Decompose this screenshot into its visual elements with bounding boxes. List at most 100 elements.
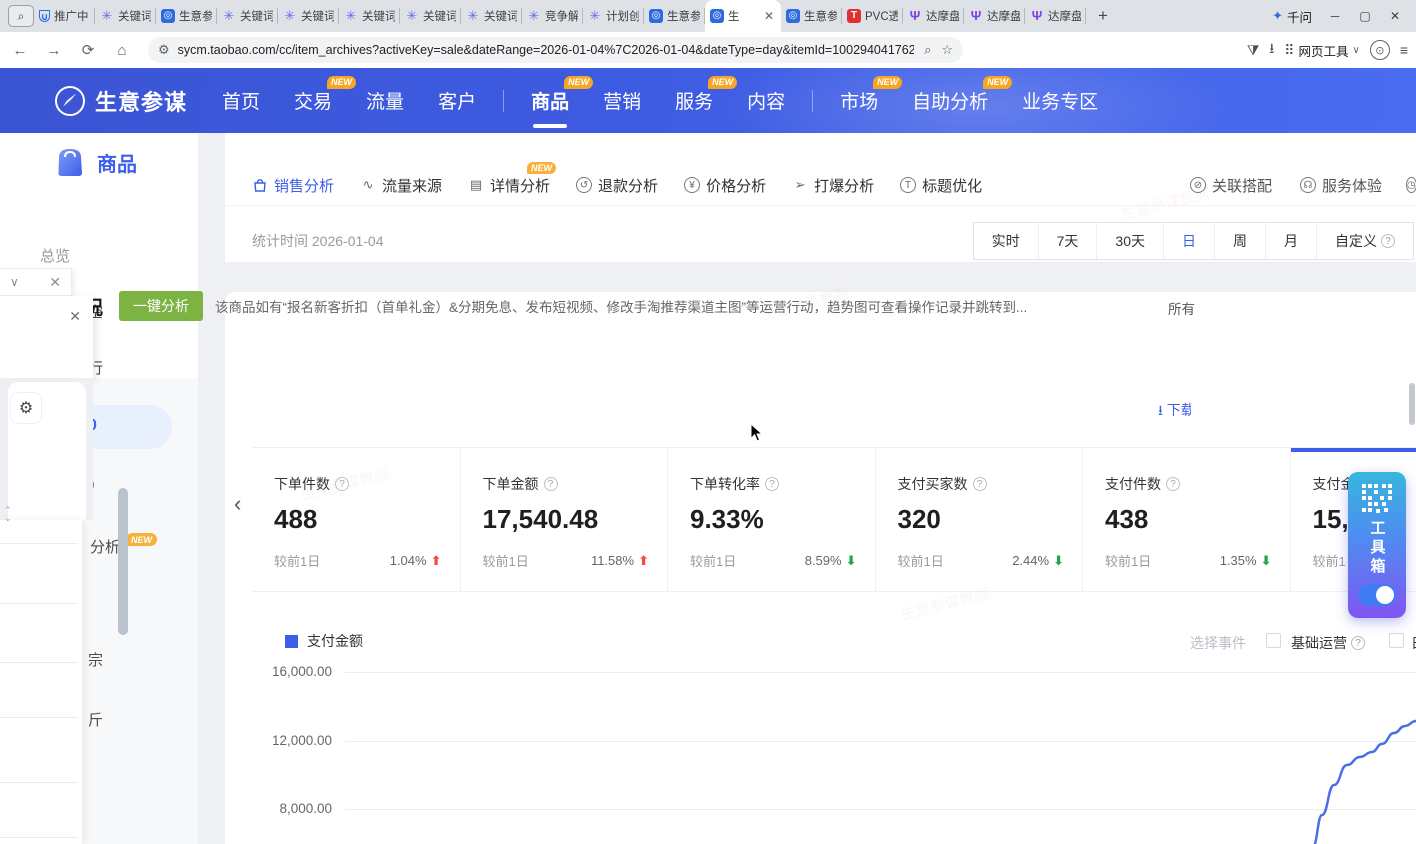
browser-tab[interactable]: ◎生意参 — [644, 0, 705, 32]
tab-title: 达摩盘 — [926, 8, 959, 24]
nav-item-客户[interactable]: 客户 — [438, 87, 476, 114]
assistant-button[interactable]: ✦ 千问 — [1264, 4, 1320, 29]
browser-tab[interactable]: Ψ达摩盘 — [1025, 0, 1086, 32]
damo-icon: Ψ — [969, 9, 983, 23]
tab-title: 生意参 — [667, 8, 700, 24]
reload-button[interactable]: ⟳ — [74, 36, 102, 64]
tab-title: 竞争解 — [545, 8, 578, 24]
asterisk-icon: ✳ — [283, 9, 297, 23]
browser-tab[interactable]: ∪推广中 — [34, 0, 95, 32]
tab-title: 生意参 — [804, 8, 837, 24]
site-settings-icon[interactable]: ⚙ — [158, 42, 170, 58]
tab-close-icon[interactable]: ✕ — [762, 9, 776, 23]
browser-tab[interactable]: ✳关键词 — [339, 0, 400, 32]
sycm-logo-icon[interactable] — [55, 86, 85, 116]
browser-tab[interactable]: ✳竞争解 — [522, 0, 583, 32]
new-tab-button[interactable]: + — [1090, 3, 1116, 29]
minimize-button[interactable]: ─ — [1320, 9, 1350, 23]
nav-item-交易[interactable]: 交易NEW — [294, 87, 332, 114]
tab-title: 生 — [728, 8, 740, 24]
list-item[interactable] — [0, 662, 78, 663]
browser-tab[interactable]: Ψ 达摩盘 — [964, 0, 1025, 32]
zoom-page-icon[interactable]: ⌕ — [924, 42, 931, 58]
nav-item-label: 业务专区 — [1022, 92, 1098, 113]
nav-item-自助分析[interactable]: 自助分析NEW — [912, 87, 988, 114]
gear-icon[interactable]: ⚙ — [10, 392, 42, 424]
url-text[interactable]: sycm.taobao.com/cc/item_archives?activeK… — [178, 43, 914, 57]
nav-item-服务[interactable]: 服务NEW — [675, 87, 713, 114]
collapse-chevron-icon[interactable]: ∨ — [10, 275, 19, 289]
nav-divider — [812, 90, 813, 112]
address-bar[interactable]: ⚙ sycm.taobao.com/cc/item_archives?activ… — [148, 37, 963, 63]
browser-tab[interactable]: ◎生意参 — [781, 0, 842, 32]
nav-item-业务专区[interactable]: 业务专区 — [1022, 87, 1098, 114]
tab-title: 达摩盘 — [987, 8, 1020, 24]
popup-panel: ⚙ — [0, 378, 93, 520]
tab-title: 关键词 — [423, 8, 456, 24]
list-item[interactable] — [0, 543, 78, 544]
back-button[interactable]: ← — [6, 36, 34, 64]
browser-tab[interactable]: ✳关键词 — [95, 0, 156, 32]
trend-chart[interactable] — [0, 133, 1416, 844]
browser-tab[interactable]: TPVC透 — [842, 0, 903, 32]
browser-tab[interactable]: ✳关键词 — [217, 0, 278, 32]
list-item[interactable] — [0, 837, 78, 838]
nav-item-label: 服务 — [675, 92, 713, 113]
webtools-menu[interactable]: ⠿ 网页工具 ∨ — [1284, 41, 1360, 60]
forward-button[interactable]: → — [40, 36, 68, 64]
profile-avatar[interactable]: ⊙ — [1370, 40, 1390, 60]
nav-item-市场[interactable]: 市场NEW — [840, 87, 878, 114]
browser-tab[interactable]: ✳关键词 — [400, 0, 461, 32]
popup-close-icon[interactable]: ✕ — [69, 308, 81, 325]
list-item[interactable] — [0, 782, 78, 783]
browser-tab[interactable]: ◎ 生 ✕ — [705, 0, 781, 32]
nav-item-营销[interactable]: 营销 — [603, 87, 641, 114]
nav-item-商品[interactable]: 商品NEW — [531, 87, 569, 114]
browser-tab[interactable]: ◎生意参 — [156, 0, 217, 32]
spinner-chevrons-icon[interactable]: ⌃⌄ — [4, 506, 12, 522]
top-nav-items: 首页 交易NEW 流量 客户 商品NEW 营销 服务NEW 内容 市场NEW 自助分析NEW 业务专… — [205, 87, 1115, 114]
browser-toolbar: ← → ⟳ ⌂ ⚙ sycm.taobao.com/cc/item_archiv… — [0, 32, 1416, 68]
nav-item-label: 交易 — [294, 92, 332, 113]
extensions-puzzle-icon[interactable]: ⧩ — [1247, 42, 1260, 59]
nav-item-label: 商品 — [531, 92, 569, 113]
toggle-knob — [1376, 586, 1394, 604]
sycm-icon: ◎ — [710, 9, 724, 23]
cards-prev-chevron[interactable]: ‹ — [234, 491, 241, 517]
nav-item-内容[interactable]: 内容 — [747, 87, 785, 114]
nav-item-流量[interactable]: 流量 — [366, 87, 404, 114]
damo-icon: Ψ — [908, 9, 922, 23]
browser-menu-icon[interactable]: ≡ — [1400, 42, 1408, 58]
browser-tab[interactable]: ✳关键词 — [278, 0, 339, 32]
home-button[interactable]: ⌂ — [108, 36, 136, 64]
toolbox-widget[interactable]: 工具箱 — [1348, 472, 1406, 618]
browser-tab[interactable]: ✳计划创 — [583, 0, 644, 32]
list-item[interactable] — [0, 717, 78, 718]
new-badge: NEW — [564, 76, 593, 89]
trend-line — [1313, 721, 1416, 844]
new-badge: NEW — [983, 76, 1012, 89]
tab-search-button[interactable]: ⌕ — [8, 5, 34, 27]
close-button[interactable]: ✕ — [1380, 9, 1410, 23]
maximize-button[interactable]: ▢ — [1350, 9, 1380, 23]
tab-title: 关键词 — [240, 8, 273, 24]
nav-item-label: 自助分析 — [912, 92, 988, 113]
browser-tab[interactable]: Ψ 达摩盘 — [903, 0, 964, 32]
browser-tab[interactable]: ✳关键词 — [461, 0, 522, 32]
sycm-icon: ◎ — [161, 9, 175, 23]
downloads-icon[interactable]: ⭳ — [1269, 38, 1274, 62]
bookmark-star-icon[interactable]: ☆ — [941, 42, 953, 58]
popup-close-icon[interactable]: ✕ — [49, 274, 61, 291]
popup-scrollbar[interactable] — [118, 488, 128, 635]
nav-item-label: 市场 — [840, 92, 878, 113]
list-item[interactable] — [0, 603, 78, 604]
mouse-cursor — [750, 423, 764, 443]
nav-item-首页[interactable]: 首页 — [222, 87, 260, 114]
popup-list-panel: ⌃⌄ — [0, 520, 82, 844]
toolbox-toggle[interactable] — [1358, 584, 1396, 606]
brand-title[interactable]: 生意参谋 — [95, 85, 187, 117]
page-scrollbar-thumb[interactable] — [1409, 383, 1415, 425]
qr-code-icon — [1360, 482, 1394, 516]
popup-mini-window: ∨ ✕ — [0, 268, 72, 296]
one-click-analyze-button[interactable]: 一键分析 — [119, 291, 203, 321]
